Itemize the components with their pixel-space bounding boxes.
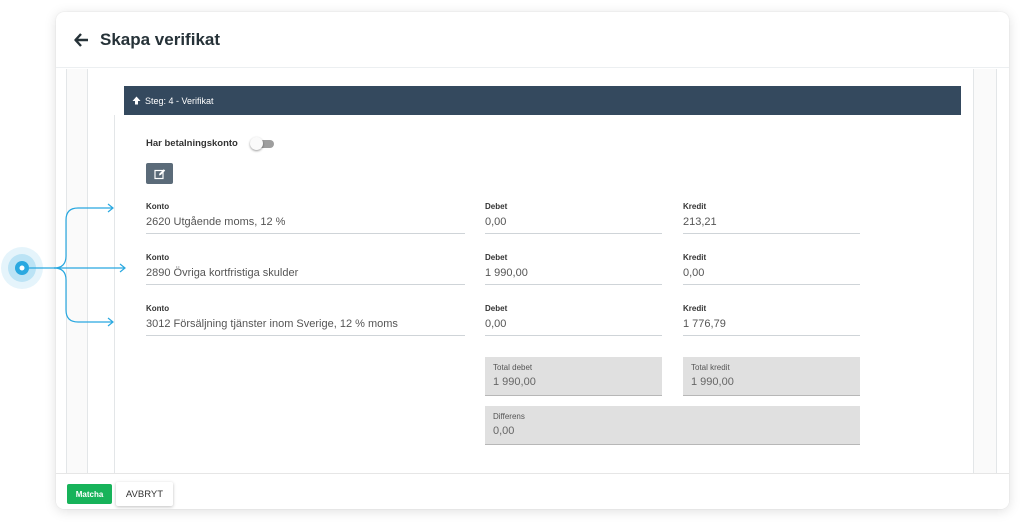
kredit-label: Kredit [683,304,707,313]
edit-icon [153,168,165,179]
total-kredit-box: Total kredit 1 990,00 [683,357,860,396]
dialog-header: Skapa verifikat [56,12,1009,68]
debet-field[interactable]: 0,00 [485,213,662,234]
step-title: Steg: 4 - Verifikat [145,95,214,106]
debet-field[interactable]: 0,00 [485,315,662,336]
kredit-field[interactable]: 0,00 [683,264,860,285]
difference-box: Differens 0,00 [485,406,860,445]
konto-label: Konto [146,304,170,313]
cancel-button[interactable]: AVBRYT [116,482,173,506]
difference-value: 0,00 [493,425,515,437]
arrow-up-icon [132,96,141,105]
payment-account-toggle[interactable] [250,137,276,150]
hotspot-outer-ring [1,247,43,289]
total-debet-label: Total debet [493,363,533,372]
total-debet-box: Total debet 1 990,00 [485,357,662,396]
total-kredit-value: 1 990,00 [691,376,734,388]
right-rail [973,69,997,473]
kredit-field[interactable]: 1 776,79 [683,315,860,336]
debet-label: Debet [485,202,508,211]
debet-label: Debet [485,304,508,313]
step-header[interactable]: Steg: 4 - Verifikat [124,86,961,115]
left-rail [66,69,88,473]
arrow-left-icon[interactable] [74,31,92,49]
konto-field[interactable]: 3012 Försäljning tjänster inom Sverige, … [146,315,465,336]
dialog-card: Skapa verifikat Steg: 4 - Verifikat Har … [56,12,1009,509]
hotspot-center [19,265,25,271]
dialog-footer: Matcha AVBRYT [56,473,1009,509]
kredit-label: Kredit [683,253,707,262]
konto-label: Konto [146,202,170,211]
kredit-label: Kredit [683,202,707,211]
edit-button[interactable] [146,163,173,184]
match-button[interactable]: Matcha [67,484,112,504]
debet-label: Debet [485,253,508,262]
konto-field[interactable]: 2620 Utgående moms, 12 % [146,213,465,234]
konto-field[interactable]: 2890 Övriga kortfristiga skulder [146,264,465,285]
difference-label: Differens [493,412,525,421]
hotspot-inner-dot [15,261,29,275]
payment-account-label: Har betalningskonto [146,138,238,149]
hotspot-middle-ring [8,254,36,282]
konto-label: Konto [146,253,170,262]
toggle-knob [250,137,263,150]
page-title: Skapa verifikat [100,29,221,49]
kredit-field[interactable]: 213,21 [683,213,860,234]
debet-field[interactable]: 1 990,00 [485,264,662,285]
total-debet-value: 1 990,00 [493,376,536,388]
total-kredit-label: Total kredit [691,363,730,372]
